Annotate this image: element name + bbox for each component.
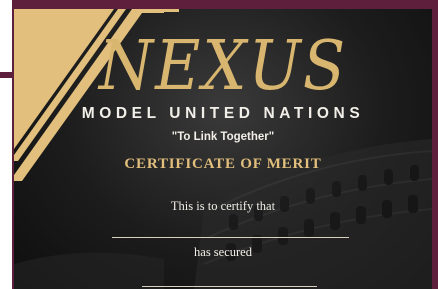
tagline: "To Link Together" (171, 131, 275, 143)
certificate-panel: NEXUS MODEL UNITED NATIONS "To Link Toge… (14, 9, 432, 289)
subtitle: MODEL UNITED NATIONS (81, 105, 365, 122)
secured-text: has secured (194, 245, 252, 259)
name-underline (112, 237, 349, 238)
certify-text: This is to certify that (170, 199, 276, 213)
award-underline (142, 286, 317, 287)
frame-right-border (432, 0, 438, 289)
certificate-title: CERTIFICATE OF MERIT (124, 156, 322, 172)
nexus-logo: NEXUS (98, 25, 348, 106)
certificate-text: NEXUS MODEL UNITED NATIONS "To Link Toge… (14, 9, 432, 289)
